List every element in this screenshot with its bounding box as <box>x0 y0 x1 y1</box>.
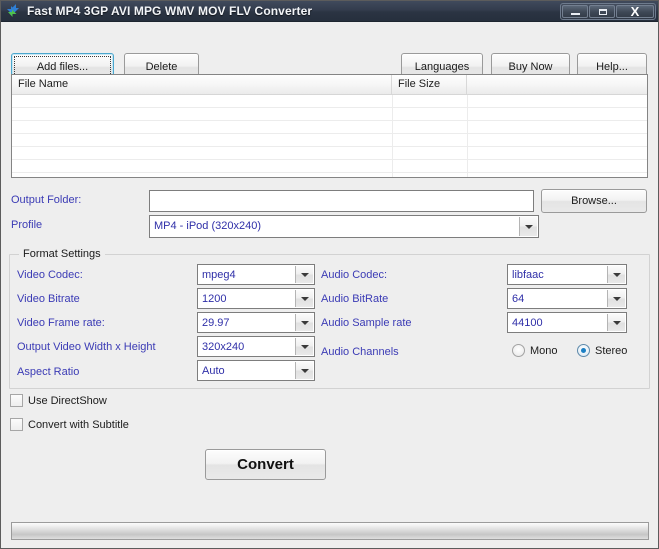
convert-button[interactable]: Convert <box>205 449 326 480</box>
window-title: Fast MP4 3GP AVI MPG WMV MOV FLV Convert… <box>27 4 313 18</box>
chevron-down-icon[interactable] <box>295 314 313 331</box>
file-list-header: File Name File Size <box>12 75 647 95</box>
audio-sample-rate-select[interactable]: 44100 <box>507 312 627 333</box>
chevron-down-icon[interactable] <box>295 266 313 283</box>
video-frame-rate-value: 29.97 <box>202 317 230 329</box>
use-directshow-label: Use DirectShow <box>28 394 107 407</box>
chevron-down-icon[interactable] <box>607 266 625 283</box>
application-window: Fast MP4 3GP AVI MPG WMV MOV FLV Convert… <box>0 0 659 549</box>
grid-line <box>12 133 647 134</box>
chevron-down-icon[interactable] <box>295 338 313 355</box>
convert-with-subtitle-checkbox[interactable]: Convert with Subtitle <box>10 418 129 431</box>
converter-arrows-icon <box>5 3 21 19</box>
languages-label: Languages <box>414 61 470 73</box>
maximize-icon <box>599 9 607 15</box>
column-header-file-name[interactable]: File Name <box>12 75 392 94</box>
chevron-down-icon[interactable] <box>607 290 625 307</box>
audio-channels-label: Audio Channels <box>321 346 399 358</box>
audio-sample-rate-value: 44100 <box>512 317 543 329</box>
video-bitrate-value: 1200 <box>202 293 227 305</box>
chevron-down-icon[interactable] <box>607 314 625 331</box>
grid-line <box>12 107 647 108</box>
video-bitrate-label: Video Bitrate <box>17 293 80 305</box>
stereo-label: Stereo <box>595 344 628 357</box>
convert-with-subtitle-label: Convert with Subtitle <box>28 418 129 431</box>
output-video-size-select[interactable]: 320x240 <box>197 336 315 357</box>
delete-label: Delete <box>145 61 178 73</box>
help-label: Help... <box>596 61 628 73</box>
audio-bitrate-label: Audio BitRate <box>321 293 389 305</box>
toolbar: Add files... Delete Languages Buy Now He… <box>1 22 658 81</box>
video-codec-label: Video Codec: <box>17 269 83 281</box>
audio-codec-label: Audio Codec: <box>321 269 388 281</box>
chevron-down-icon[interactable] <box>295 362 313 379</box>
radio-unchecked-icon <box>512 344 525 357</box>
checkbox-unchecked-icon <box>10 394 23 407</box>
minimize-icon <box>571 13 580 15</box>
chevron-down-icon[interactable] <box>295 290 313 307</box>
file-list-body[interactable] <box>12 95 647 177</box>
title-bar[interactable]: Fast MP4 3GP AVI MPG WMV MOV FLV Convert… <box>1 1 658 22</box>
aspect-ratio-label: Aspect Ratio <box>17 366 80 378</box>
minimize-button[interactable] <box>562 5 588 18</box>
column-header-file-size[interactable]: File Size <box>392 75 467 94</box>
mono-label: Mono <box>530 344 558 357</box>
grid-line <box>12 172 647 173</box>
video-codec-value: mpeg4 <box>202 269 236 281</box>
audio-codec-value: libfaac <box>512 269 544 281</box>
browse-label: Browse... <box>571 195 617 207</box>
format-settings-legend: Format Settings <box>19 248 105 260</box>
grid-line <box>12 120 647 121</box>
grid-line <box>12 146 647 147</box>
buy-now-label: Buy Now <box>508 61 553 73</box>
video-frame-rate-select[interactable]: 29.97 <box>197 312 315 333</box>
audio-sample-rate-label: Audio Sample rate <box>321 317 412 329</box>
output-video-size-label: Output Video Width x Height <box>17 341 156 353</box>
file-list[interactable]: File Name File Size <box>11 74 648 178</box>
aspect-ratio-value: Auto <box>202 365 225 377</box>
window-controls: X <box>560 3 656 20</box>
audio-bitrate-select[interactable]: 64 <box>507 288 627 309</box>
use-directshow-checkbox[interactable]: Use DirectShow <box>10 394 107 407</box>
profile-select[interactable]: MP4 - iPod (320x240) <box>149 215 539 238</box>
close-button[interactable]: X <box>616 4 654 19</box>
convert-label: Convert <box>237 456 294 473</box>
audio-codec-select[interactable]: libfaac <box>507 264 627 285</box>
output-folder-input[interactable] <box>149 190 534 212</box>
video-codec-select[interactable]: mpeg4 <box>197 264 315 285</box>
column-header-extra[interactable] <box>467 75 647 94</box>
profile-label: Profile <box>11 219 43 231</box>
output-video-size-value: 320x240 <box>202 341 245 353</box>
output-folder-label: Output Folder: <box>11 194 82 206</box>
audio-bitrate-value: 64 <box>512 293 525 305</box>
checkbox-unchecked-icon <box>10 418 23 431</box>
video-frame-rate-label: Video Frame rate: <box>17 317 105 329</box>
browse-button[interactable]: Browse... <box>541 189 647 213</box>
radio-checked-icon <box>577 344 590 357</box>
video-bitrate-select[interactable]: 1200 <box>197 288 315 309</box>
audio-channels-stereo-radio[interactable]: Stereo <box>577 344 627 357</box>
progress-bar <box>11 522 649 540</box>
maximize-button[interactable] <box>589 5 615 18</box>
profile-value: MP4 - iPod (320x240) <box>154 220 261 232</box>
grid-line <box>12 159 647 160</box>
audio-channels-mono-radio[interactable]: Mono <box>512 344 558 357</box>
aspect-ratio-select[interactable]: Auto <box>197 360 315 381</box>
close-icon: X <box>630 4 640 19</box>
chevron-down-icon[interactable] <box>519 217 537 236</box>
